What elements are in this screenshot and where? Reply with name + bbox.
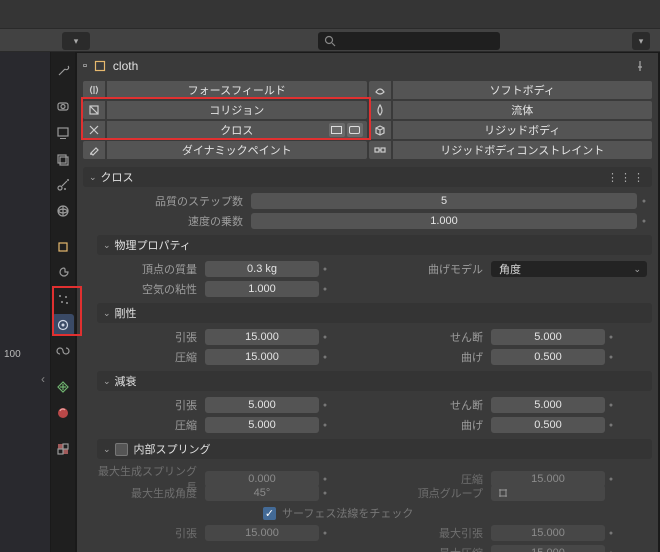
soft-body-icon[interactable]: [369, 81, 391, 99]
stiff-bending-label: 曲げ: [383, 349, 491, 365]
vertex-group-icon: [497, 487, 509, 499]
display-viewport-toggle[interactable]: [329, 123, 345, 137]
tab-render[interactable]: [52, 96, 74, 118]
tab-object[interactable]: [52, 236, 74, 258]
damp-shear-label: せん断: [383, 397, 491, 413]
internal-springs-enable-checkbox[interactable]: [115, 443, 128, 456]
remove-cloth-button[interactable]: クロス: [107, 121, 367, 139]
stiff-compression-field[interactable]: 15.000: [205, 349, 319, 365]
damp-compression-field[interactable]: 5.000: [205, 417, 319, 433]
stiff-compression-label: 圧縮: [97, 349, 205, 365]
max-tension-label: 最大引張: [383, 525, 491, 541]
object-mesh-icon: [93, 59, 107, 73]
quality-steps-label: 品質のステップ数: [83, 193, 251, 209]
damp-compression-label: 圧縮: [97, 417, 205, 433]
bending-model-label: 曲げモデル: [383, 261, 491, 277]
force-field-icon[interactable]: [83, 81, 105, 99]
cloth-panel-header[interactable]: ⌄ クロス ⋮⋮⋮: [83, 167, 652, 187]
chevron-down-icon: ⌄: [89, 172, 97, 183]
tab-texture[interactable]: [52, 438, 74, 460]
stiff-bending-field[interactable]: 0.500: [491, 349, 605, 365]
stiff-tension-label: 引張: [97, 329, 205, 345]
search-input[interactable]: [318, 32, 500, 50]
physical-properties-header[interactable]: ⌄ 物理プロパティ: [97, 235, 652, 255]
internal-springs-header[interactable]: ⌄ 内部スプリング: [97, 439, 652, 459]
quality-steps-field[interactable]: 5: [251, 193, 637, 209]
add-dynamic-paint-button[interactable]: ダイナミックペイント: [107, 141, 367, 159]
vertex-group-field[interactable]: [491, 485, 605, 501]
speed-multiplier-field[interactable]: 1.000: [251, 213, 637, 229]
datablock-name[interactable]: cloth: [113, 59, 628, 73]
tab-data[interactable]: [52, 376, 74, 398]
chevron-down-icon: ⌄: [103, 376, 111, 387]
stiff-tension-field[interactable]: 15.000: [205, 329, 319, 345]
tab-tool[interactable]: [52, 60, 74, 82]
is-tension-field[interactable]: 15.000: [205, 525, 319, 541]
anim-dot[interactable]: ●: [637, 218, 651, 225]
chevron-down-icon: ⌄: [103, 444, 111, 455]
stiff-shear-label: せん断: [383, 329, 491, 345]
fluid-icon[interactable]: [369, 101, 391, 119]
breadcrumb-box-icon: ▫: [83, 60, 87, 72]
max-compression-label: 最大圧縮: [383, 545, 491, 552]
panel-menu-icon[interactable]: ⋮⋮⋮: [607, 171, 646, 184]
max-spring-ang-field[interactable]: 45°: [205, 485, 319, 501]
anim-dot[interactable]: ●: [637, 198, 651, 205]
vertex-mass-label: 頂点の質量: [97, 261, 205, 277]
rigid-body-icon[interactable]: [369, 121, 391, 139]
tab-scene[interactable]: [52, 174, 74, 196]
pin-icon[interactable]: [634, 60, 646, 72]
search-icon: [324, 35, 336, 47]
add-soft-body-button[interactable]: ソフトボディ: [393, 81, 653, 99]
check-surface-normals-label: サーフェス法線をチェック: [282, 505, 413, 521]
vertex-group-label: 頂点グループ: [383, 485, 491, 501]
cloth-icon[interactable]: [83, 121, 105, 139]
tab-modifiers[interactable]: [52, 262, 74, 284]
collision-icon[interactable]: [83, 101, 105, 119]
properties-tabs: [51, 52, 75, 552]
air-viscosity-field[interactable]: 1.000: [205, 281, 319, 297]
damp-shear-field[interactable]: 5.000: [491, 397, 605, 413]
damp-tension-label: 引張: [97, 397, 205, 413]
tab-world[interactable]: [52, 200, 74, 222]
speed-multiplier-label: 速度の乗数: [83, 213, 251, 229]
options-dropdown[interactable]: ▾: [632, 32, 650, 50]
add-rbc-button[interactable]: リジッドボディコンストレイント: [393, 141, 653, 159]
chevron-down-icon: ⌄: [103, 240, 111, 251]
tab-constraints[interactable]: [52, 340, 74, 362]
tab-view-layer[interactable]: [52, 148, 74, 170]
max-tension-field[interactable]: 15.000: [491, 525, 605, 541]
damp-tension-field[interactable]: 5.000: [205, 397, 319, 413]
max-spring-ang-label: 最大生成角度: [97, 485, 205, 501]
is-tension-label: 引張: [97, 525, 205, 541]
vertex-mass-field[interactable]: 0.3 kg: [205, 261, 319, 277]
tab-output[interactable]: [52, 122, 74, 144]
add-collision-button[interactable]: コリジョン: [107, 101, 367, 119]
rbc-icon[interactable]: [369, 141, 391, 159]
damp-bending-label: 曲げ: [383, 417, 491, 433]
damping-header[interactable]: ⌄ 減衰: [97, 371, 652, 391]
tab-particles[interactable]: [52, 288, 74, 310]
damp-bending-field[interactable]: 0.500: [491, 417, 605, 433]
display-render-toggle[interactable]: [347, 123, 363, 137]
add-fluid-button[interactable]: 流体: [393, 101, 653, 119]
dynamic-paint-icon[interactable]: [83, 141, 105, 159]
check-surface-normals-checkbox[interactable]: ✓: [263, 507, 276, 520]
collapse-chevron-icon[interactable]: ‹: [41, 372, 45, 386]
air-viscosity-label: 空気の粘性: [97, 281, 205, 297]
editor-type-dropdown[interactable]: ▾: [62, 32, 90, 50]
chevron-down-icon: ⌄: [103, 308, 111, 319]
bending-model-dropdown[interactable]: 角度⌄: [491, 261, 647, 277]
tab-material[interactable]: [52, 402, 74, 424]
max-compression-field[interactable]: 15.000: [491, 545, 605, 552]
add-force-field-button[interactable]: フォースフィールド: [107, 81, 367, 99]
stiffness-header[interactable]: ⌄ 剛性: [97, 303, 652, 323]
frame-number: 100: [4, 349, 21, 360]
stiff-shear-field[interactable]: 5.000: [491, 329, 605, 345]
tab-physics[interactable]: [52, 314, 74, 336]
add-rigid-body-button[interactable]: リジッドボディ: [393, 121, 653, 139]
